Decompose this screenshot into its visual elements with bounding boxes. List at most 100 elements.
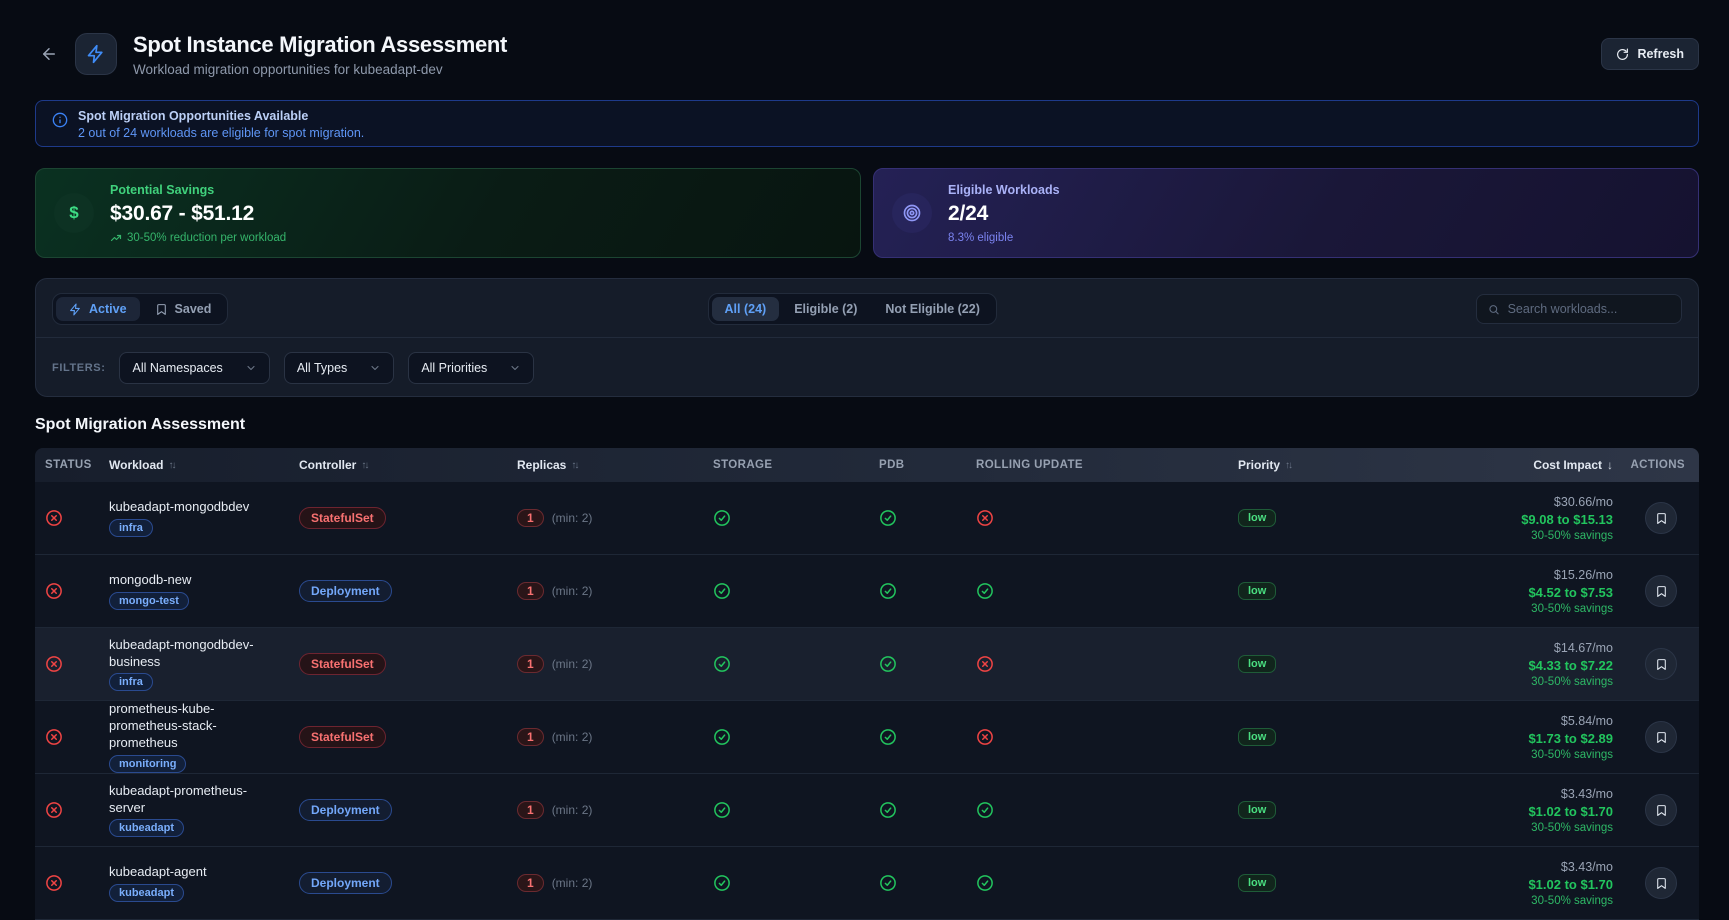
rolling-update-status-icon	[976, 728, 994, 746]
column-header-workload[interactable]: Workload↑↓	[99, 458, 289, 472]
workload-name: mongodb-new	[109, 572, 191, 589]
bookmark-icon	[155, 303, 168, 316]
min-replicas: (min: 2)	[552, 584, 593, 598]
banner-message: 2 out of 24 workloads are eligible for s…	[78, 126, 364, 140]
workload-name: prometheus-kube-prometheus-stack-prometh…	[109, 701, 281, 752]
priority-badge: low	[1238, 582, 1276, 600]
status-not-eligible-icon	[45, 582, 63, 600]
table-row[interactable]: kubeadapt-agentkubeadaptDeployment1(min:…	[35, 847, 1699, 920]
table-row[interactable]: kubeadapt-prometheus-serverkubeadaptDepl…	[35, 774, 1699, 847]
min-replicas: (min: 2)	[552, 876, 593, 890]
status-not-eligible-icon	[45, 509, 63, 527]
storage-status-icon	[713, 582, 731, 600]
workload-name: kubeadapt-agent	[109, 864, 207, 881]
search-input[interactable]	[1508, 302, 1670, 316]
cost-current: $14.67/mo	[1554, 641, 1613, 655]
cost-range: $4.52 to $7.53	[1528, 585, 1613, 600]
tab-eligible-2[interactable]: Eligible (2)	[781, 297, 870, 321]
column-header-priority[interactable]: Priority↑↓	[1228, 458, 1428, 472]
column-header-controller[interactable]: Controller↑↓	[289, 458, 507, 472]
refresh-icon	[1616, 48, 1629, 61]
eligibility-tabs: All (24)Eligible (2)Not Eligible (22)	[708, 293, 997, 325]
bookmark-button[interactable]	[1645, 575, 1677, 607]
lightning-icon	[69, 303, 82, 316]
cost-range: $1.02 to $1.70	[1528, 804, 1613, 819]
replicas-badge: 1	[517, 655, 544, 673]
min-replicas: (min: 2)	[552, 511, 593, 525]
controller-badge: StatefulSet	[299, 653, 386, 675]
bookmark-button[interactable]	[1645, 721, 1677, 753]
storage-status-icon	[713, 509, 731, 527]
view-toggle-saved[interactable]: Saved	[142, 297, 225, 321]
storage-status-icon	[713, 874, 731, 892]
search-box	[1476, 294, 1682, 324]
cost-current: $5.84/mo	[1561, 714, 1613, 728]
filter-select-all-namespaces[interactable]: All Namespaces	[119, 352, 269, 384]
column-header-cost-impact[interactable]: Cost Impact↓	[1428, 458, 1615, 472]
cost-current: $15.26/mo	[1554, 568, 1613, 582]
bookmark-button[interactable]	[1645, 648, 1677, 680]
cost-savings: 30-50% savings	[1531, 676, 1613, 688]
pdb-status-icon	[879, 509, 897, 527]
refresh-button[interactable]: Refresh	[1601, 38, 1699, 70]
table-row[interactable]: mongodb-newmongo-testDeployment1(min: 2)…	[35, 555, 1699, 628]
banner-title: Spot Migration Opportunities Available	[78, 109, 364, 123]
table-row[interactable]: kubeadapt-mongodbdev-business infra Statef…	[35, 628, 1699, 701]
sort-icon: ↑↓	[361, 460, 367, 471]
min-replicas: (min: 2)	[552, 803, 593, 817]
column-header-replicas[interactable]: Replicas↑↓	[507, 458, 703, 472]
pdb-status-icon	[879, 655, 897, 673]
divider	[36, 337, 1698, 338]
cost-range: $9.08 to $15.13	[1521, 512, 1613, 527]
table-body: kubeadapt-mongodbdevinfraStatefulSet1(mi…	[35, 482, 1699, 920]
bookmark-button[interactable]	[1645, 794, 1677, 826]
savings-note: 30-50% reduction per workload	[110, 232, 286, 244]
priority-badge: low	[1238, 728, 1276, 746]
workload-name: kubeadapt-mongodbdev-business	[109, 637, 281, 671]
table-header: STATUSWorkload↑↓Controller↑↓Replicas↑↓ST…	[35, 448, 1699, 482]
replicas-badge: 1	[517, 728, 544, 746]
namespace-badge: infra	[109, 519, 153, 537]
cost-savings: 30-50% savings	[1531, 530, 1613, 542]
eligible-note: 8.3% eligible	[948, 232, 1060, 244]
table-row[interactable]: prometheus-kube-prometheus-stack-prometh…	[35, 701, 1699, 774]
controller-badge: Deployment	[299, 580, 392, 602]
bookmark-icon	[1655, 877, 1668, 890]
cost-range: $1.02 to $1.70	[1528, 877, 1613, 892]
cost-current: $30.66/mo	[1554, 495, 1613, 509]
status-not-eligible-icon	[45, 801, 63, 819]
column-header-rolling-update: ROLLING UPDATE	[966, 459, 1228, 471]
workload-name: kubeadapt-prometheus-server	[109, 783, 281, 817]
view-toggle-active[interactable]: Active	[56, 297, 140, 321]
cost-current: $3.43/mo	[1561, 860, 1613, 874]
bookmark-button[interactable]	[1645, 867, 1677, 899]
filter-select-all-priorities[interactable]: All Priorities	[408, 352, 534, 384]
tab-not-eligible-22[interactable]: Not Eligible (22)	[872, 297, 992, 321]
column-header-actions: ACTIONS	[1615, 459, 1699, 471]
pdb-status-icon	[879, 874, 897, 892]
section-title: Spot Migration Assessment	[35, 416, 1699, 434]
replicas-badge: 1	[517, 509, 544, 527]
info-banner: Spot Migration Opportunities Available 2…	[35, 100, 1699, 147]
storage-status-icon	[713, 655, 731, 673]
column-header-status: STATUS	[35, 459, 99, 471]
min-replicas: (min: 2)	[552, 730, 593, 744]
cost-savings: 30-50% savings	[1531, 749, 1613, 761]
namespace-badge: infra	[109, 673, 153, 691]
rolling-update-status-icon	[976, 801, 994, 819]
chevron-down-icon	[369, 362, 381, 374]
rolling-update-status-icon	[976, 582, 994, 600]
controller-badge: StatefulSet	[299, 726, 386, 748]
trending-up-icon	[110, 232, 122, 244]
tab-all-24[interactable]: All (24)	[712, 297, 780, 321]
filter-select-all-types[interactable]: All Types	[284, 352, 395, 384]
table-row[interactable]: kubeadapt-mongodbdevinfraStatefulSet1(mi…	[35, 482, 1699, 555]
filters-label: FILTERS:	[52, 362, 105, 374]
bookmark-button[interactable]	[1645, 502, 1677, 534]
page-header: Spot Instance Migration Assessment Workl…	[35, 28, 1699, 80]
back-button[interactable]	[35, 40, 63, 68]
namespace-badge: kubeadapt	[109, 884, 184, 902]
status-not-eligible-icon	[45, 874, 63, 892]
sort-icon: ↑↓	[571, 460, 577, 471]
controller-badge: StatefulSet	[299, 507, 386, 529]
